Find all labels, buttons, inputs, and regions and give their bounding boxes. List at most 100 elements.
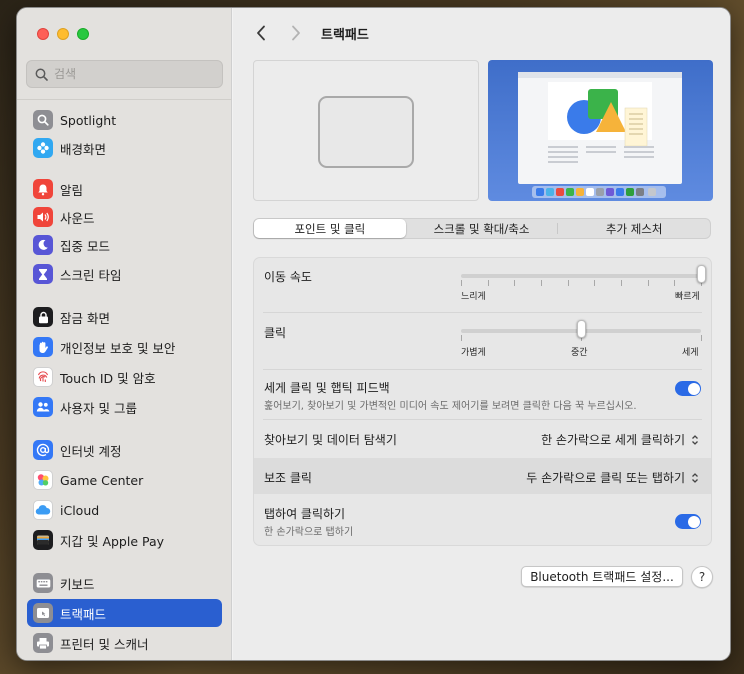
cloud-icon	[33, 500, 53, 520]
hourglass-icon	[33, 264, 53, 284]
settings-window: Spotlight 배경화면알림사운드집중 모드스크린 타임잠금 화면개인정보 보…	[16, 7, 731, 661]
gesture-preview-image	[488, 60, 713, 201]
tracking-speed-tick	[594, 280, 596, 286]
slider-min-label: 느리게	[461, 292, 486, 302]
bell-icon	[33, 179, 53, 199]
trackpad-icon	[318, 96, 414, 168]
page-title: 트랙패드	[321, 28, 369, 43]
sidebar-item-hand[interactable]: 개인정보 보호 및 보안	[27, 333, 222, 361]
sidebar-item-game-center[interactable]: Game Center	[27, 466, 222, 494]
wallet-icon	[33, 530, 53, 550]
lookup-row: 찾아보기 및 데이터 탐색기 한 손가락으로 세게 클릭하기	[254, 420, 711, 456]
sidebar-item-moon[interactable]: 집중 모드	[27, 231, 222, 259]
sidebar-item-keyboard[interactable]: 키보드	[27, 569, 222, 597]
click-slider[interactable]	[576, 320, 586, 338]
sidebar-item-wallet[interactable]: 지갑 및 Apple Pay	[27, 526, 222, 554]
minimize-button[interactable]	[57, 28, 69, 40]
tap-to-click-title: 탭하여 클릭하기	[264, 507, 346, 521]
help-button[interactable]: ?	[691, 566, 713, 588]
magnifier-icon	[33, 110, 53, 130]
lock-icon	[33, 307, 53, 327]
sidebar-item-speaker[interactable]: 사운드	[27, 203, 222, 231]
tracking-speed-tick	[621, 280, 622, 286]
click-tick	[701, 335, 702, 341]
moon-icon	[33, 235, 53, 255]
tracking-speed-tick	[541, 280, 542, 286]
sidebar-item-label: 트랙패드	[60, 606, 107, 622]
tracking-speed-track[interactable]	[461, 274, 701, 278]
sidebar-item-cloud[interactable]: iCloud	[27, 496, 222, 524]
tracking-speed-tick	[647, 280, 649, 286]
tracking-speed-tick	[514, 280, 516, 286]
tab-scroll-and-zoom[interactable]: 스크롤 및 확대/축소	[406, 219, 558, 238]
sidebar-item-lock[interactable]: 잠금 화면	[27, 303, 222, 331]
sidebar: Spotlight 배경화면알림사운드집중 모드스크린 타임잠금 화면개인정보 보…	[17, 8, 232, 660]
back-button[interactable]	[250, 22, 272, 44]
sidebar-item-label: iCloud	[60, 502, 100, 518]
force-click-toggle[interactable]	[675, 381, 701, 396]
secondary-click-title: 보조 클릭	[264, 471, 312, 485]
search-field[interactable]	[26, 60, 223, 88]
tracking-speed-tick	[674, 280, 676, 286]
sidebar-item-trackpad[interactable]: 트랙패드	[27, 599, 222, 627]
sidebar-item-label: Game Center	[60, 472, 144, 488]
window-controls	[37, 28, 89, 40]
secondary-click-row: 보조 클릭 두 손가락으로 클릭 또는 탭하기	[254, 458, 711, 494]
search-input[interactable]	[54, 67, 214, 81]
sidebar-item-printer[interactable]: 프린터 및 스캐너	[27, 629, 222, 657]
tracking-speed-slider[interactable]	[696, 265, 706, 283]
sidebar-item-bell[interactable]: 알림	[27, 175, 222, 203]
click-row: 클릭 가볍게 중간 세게	[254, 313, 711, 369]
trackpad-icon	[33, 603, 53, 623]
sidebar-item-label: 사용자 및 그룹	[60, 400, 137, 416]
tracking-speed-tick	[487, 280, 489, 286]
slider-max-label: 빠르게	[675, 292, 700, 302]
sidebar-item-at[interactable]: 인터넷 계정	[27, 436, 222, 464]
sidebar-item-magnifier[interactable]: Spotlight	[27, 106, 222, 134]
chevron-up-down-icon	[691, 472, 699, 484]
users-icon	[33, 397, 53, 417]
speaker-icon	[33, 207, 53, 227]
trackpad-preview	[253, 60, 479, 201]
settings-panel: 이동 속도 느리게 빠르게 클릭 가볍게 중간 세게 세게 클릭 및 햅틱 피드…	[253, 257, 712, 546]
tab-point-and-click[interactable]: 포인트 및 클릭	[254, 219, 406, 238]
lookup-value: 한 손가락으로 세게 클릭하기	[541, 433, 685, 447]
main-pane: 트랙패드 포인트 및 클릭 스크롤 및 확대/축소 추가 제스처 이동 속도 느…	[233, 8, 730, 660]
sidebar-item-fingerprint[interactable]: Touch ID 및 암호	[27, 363, 222, 391]
sidebar-item-label: 인터넷 계정	[60, 443, 122, 459]
sidebar-list: Spotlight 배경화면알림사운드집중 모드 스크린 타임잠금 화면개인정보 보…	[17, 99, 232, 659]
bluetooth-trackpad-setup-button[interactable]: Bluetooth 트랙패드 설정...	[521, 566, 683, 587]
force-click-title: 세게 클릭 및 햅틱 피드백	[264, 381, 390, 395]
sidebar-item-label: 사운드	[60, 210, 95, 226]
sidebar-item-flower[interactable]: 배경화면	[27, 134, 222, 162]
sidebar-item-users[interactable]: 사용자 및 그룹	[27, 393, 222, 421]
forward-button[interactable]	[285, 22, 307, 44]
chevron-up-down-icon	[691, 434, 699, 446]
printer-icon	[33, 633, 53, 653]
sidebar-item-hourglass[interactable]: 스크린 타임	[27, 260, 222, 288]
search-icon	[35, 68, 48, 81]
chevron-left-icon	[257, 25, 265, 41]
lookup-title: 찾아보기 및 데이터 탐색기	[264, 433, 397, 447]
close-button[interactable]	[37, 28, 49, 40]
zoom-button[interactable]	[77, 28, 89, 40]
tracking-speed-tick	[461, 280, 462, 286]
sidebar-item-label: 개인정보 보호 및 보안	[60, 340, 176, 356]
tracking-speed-tick	[567, 280, 569, 286]
slider-light-label: 가볍게	[461, 348, 486, 358]
sidebar-item-label: Spotlight	[60, 112, 117, 128]
secondary-click-popup[interactable]: 두 손가락으로 클릭 또는 탭하기	[526, 469, 699, 486]
tap-to-click-toggle[interactable]	[675, 514, 701, 529]
tab-more-gestures[interactable]: 추가 제스처	[558, 219, 710, 238]
tracking-speed-title: 이동 속도	[264, 270, 312, 284]
sidebar-item-label: 프린터 및 스캐너	[60, 636, 149, 652]
force-click-description: 훑어보기, 찾아보기 및 가변적인 미디어 속도 제어기를 보려면 클릭한 다음…	[264, 401, 637, 412]
lookup-popup[interactable]: 한 손가락으로 세게 클릭하기	[541, 431, 699, 448]
tracking-speed-row: 이동 속도 느리게 빠르게	[254, 258, 711, 312]
tab-bar: 포인트 및 클릭 스크롤 및 확대/축소 추가 제스처	[253, 218, 711, 239]
fingerprint-icon	[33, 367, 53, 387]
force-click-row: 세게 클릭 및 햅틱 피드백 훑어보기, 찾아보기 및 가변적인 미디어 속도 …	[254, 370, 711, 416]
sidebar-item-label: 배경화면	[60, 141, 107, 157]
click-tick	[461, 335, 462, 341]
hand-icon	[33, 337, 53, 357]
